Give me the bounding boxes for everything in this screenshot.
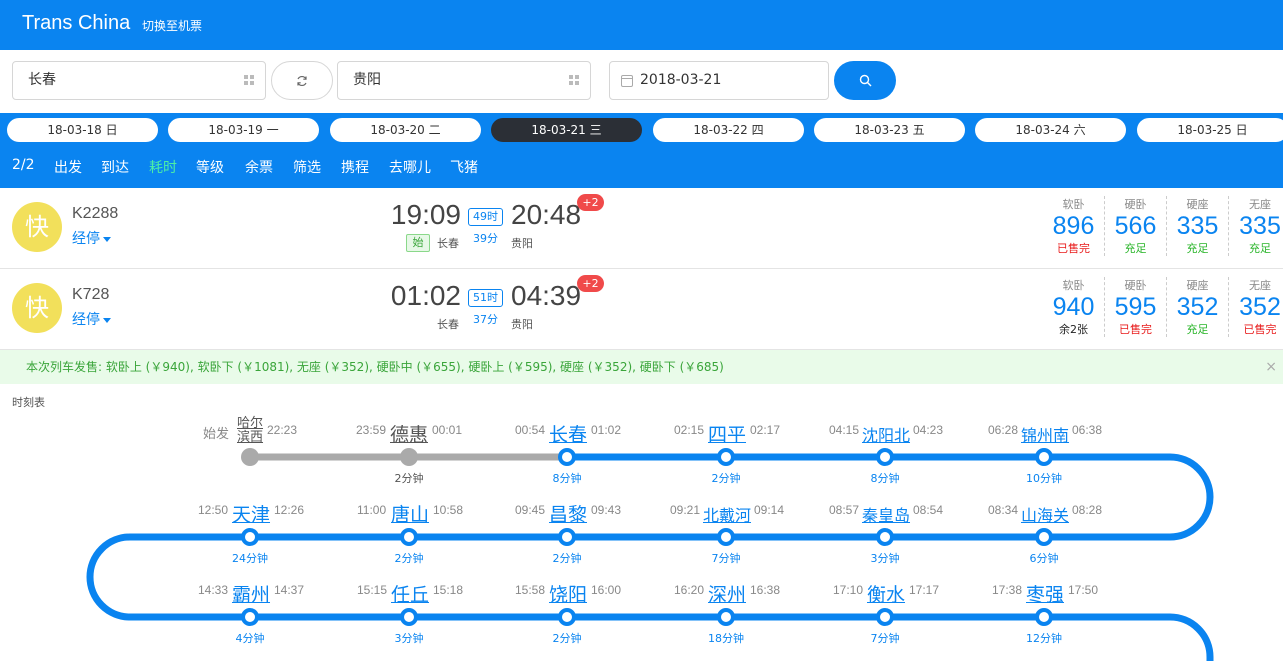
stop-duration: 8分钟 [870, 472, 900, 485]
station-name[interactable]: 长春 [549, 420, 587, 447]
timetable-track [86, 448, 1214, 661]
station-name[interactable]: 衡水 [867, 580, 905, 607]
stop-duration: 12分钟 [1026, 632, 1062, 645]
station-name[interactable]: 天津 [232, 500, 270, 527]
departure-time: 09:14 [754, 503, 785, 517]
station-dot [241, 608, 259, 626]
stop-duration: 2分钟 [552, 552, 582, 565]
station-name[interactable]: 锦州南 [1021, 422, 1069, 446]
departure-time: 12:26 [274, 503, 305, 517]
arrival-time: 08:57 [829, 503, 860, 517]
station-name[interactable]: 饶阳 [549, 580, 587, 607]
stop-duration: 3分钟 [870, 552, 900, 565]
station-dot [241, 528, 259, 546]
station-dot [1035, 608, 1053, 626]
station-name[interactable]: 枣强 [1026, 580, 1064, 607]
departure-time: 15:18 [433, 583, 464, 597]
station-name[interactable]: 深州 [708, 580, 746, 607]
station-dot [717, 608, 735, 626]
departure-time: 04:23 [913, 423, 944, 437]
stop-duration: 2分钟 [394, 552, 424, 565]
stop-duration: 7分钟 [870, 632, 900, 645]
arrival-time: 17:38 [992, 583, 1023, 597]
departure-time: 02:17 [750, 423, 781, 437]
departure-time: 16:00 [591, 583, 622, 597]
station-dot [1035, 448, 1053, 466]
departure-time: 14:37 [274, 583, 305, 597]
station-dot-passed [400, 448, 418, 466]
stop-duration: 8分钟 [552, 472, 582, 485]
arrival-time: 23:59 [356, 423, 387, 437]
station-name[interactable]: 唐山 [391, 500, 429, 527]
arrival-time: 04:15 [829, 423, 860, 437]
station-name[interactable]: 北戴河 [703, 502, 751, 526]
arrival-time: 15:58 [515, 583, 546, 597]
stop-duration: 4分钟 [235, 632, 265, 645]
station-dot [558, 448, 576, 466]
station-dot [558, 528, 576, 546]
station-name[interactable]: 霸州 [232, 580, 270, 607]
station-dot [876, 448, 894, 466]
arrival-time: 12:50 [198, 503, 229, 517]
stop-duration: 3分钟 [394, 632, 424, 645]
track-curve-right [1169, 453, 1214, 541]
stop-duration: 24分钟 [232, 552, 268, 565]
departure-time: 16:38 [750, 583, 781, 597]
arrival-time: 08:34 [988, 503, 1019, 517]
station-name[interactable]: 德惠 [390, 420, 428, 447]
station-name[interactable]: 昌黎 [549, 500, 587, 527]
stop-duration: 2分钟 [711, 472, 741, 485]
departure-time: 17:17 [909, 583, 940, 597]
arrival-time: 06:28 [988, 423, 1019, 437]
station-dot [558, 608, 576, 626]
arrival-time: 09:45 [515, 503, 546, 517]
station-name[interactable]: 秦皇岛 [862, 502, 910, 526]
station-dot [876, 608, 894, 626]
arrival-time: 09:21 [670, 503, 701, 517]
station-dot [400, 528, 418, 546]
station-dot-passed [241, 448, 259, 466]
station-dot [1035, 528, 1053, 546]
arrival-time: 15:15 [357, 583, 388, 597]
departure-time: 08:54 [913, 503, 944, 517]
station-dot [400, 608, 418, 626]
station-dot [717, 528, 735, 546]
departure-time: 00:01 [432, 423, 463, 437]
departure-time: 08:28 [1072, 503, 1103, 517]
arrival-time: 02:15 [674, 423, 705, 437]
station-dot [717, 448, 735, 466]
arrival-time: 14:33 [198, 583, 229, 597]
stop-duration: 18分钟 [708, 632, 744, 645]
station-name[interactable]: 沈阳北 [862, 422, 910, 446]
origin-label: 始发 [203, 426, 230, 441]
station-name[interactable]: 任丘 [391, 580, 429, 607]
stop-duration: 6分钟 [1029, 552, 1059, 565]
departure-time: 06:38 [1072, 423, 1103, 437]
track-curve-left [86, 533, 131, 621]
arrival-time: 00:54 [515, 423, 546, 437]
departure-time: 10:58 [433, 503, 464, 517]
station-name[interactable]: 哈尔滨西 [237, 417, 265, 445]
departure-time: 01:02 [591, 423, 622, 437]
stop-duration: 2分钟 [394, 472, 424, 485]
stop-duration: 7分钟 [711, 552, 741, 565]
arrival-time: 16:20 [674, 583, 705, 597]
station-dot [876, 528, 894, 546]
station-name[interactable]: 山海关 [1021, 502, 1069, 526]
track-curve-right-2 [1169, 613, 1214, 658]
departure-time: 09:43 [591, 503, 622, 517]
station-name[interactable]: 四平 [708, 420, 746, 447]
arrival-time: 17:10 [833, 583, 864, 597]
departure-time: 22:23 [267, 423, 298, 437]
arrival-time: 11:00 [357, 503, 387, 517]
departure-time: 17:50 [1068, 583, 1099, 597]
stop-duration: 10分钟 [1026, 472, 1062, 485]
stop-duration: 2分钟 [552, 632, 582, 645]
